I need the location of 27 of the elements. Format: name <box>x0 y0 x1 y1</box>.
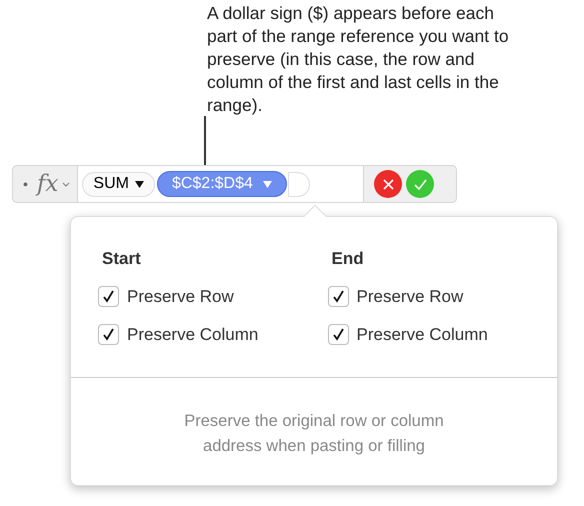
token-pill <box>288 172 310 196</box>
formula-field[interactable]: SUM $C$2:$D$4 <box>77 166 364 202</box>
bullet-icon: • <box>23 174 28 194</box>
checkbox-label[interactable]: Preserve Row <box>356 286 464 307</box>
checkmark-icon <box>102 328 115 341</box>
checkmark-icon <box>414 178 427 190</box>
checkbox-label[interactable]: Preserve Column <box>356 324 488 345</box>
function-token[interactable]: SUM <box>82 172 155 196</box>
caret-icon <box>262 180 272 188</box>
close-icon <box>382 178 394 190</box>
caret-icon <box>134 180 144 188</box>
checkbox[interactable] <box>98 286 119 307</box>
checkbox[interactable] <box>98 324 119 345</box>
description-text: Preserve the original row or column address when pasting or filling <box>183 411 445 457</box>
checkbox[interactable] <box>328 286 348 307</box>
checkmark-icon <box>102 290 115 303</box>
chevron-icon[interactable] <box>62 182 70 186</box>
cancel-button[interactable] <box>374 170 402 198</box>
checkbox-label[interactable]: Preserve Column <box>127 324 258 345</box>
checkmark-icon <box>332 328 344 341</box>
checkbox[interactable] <box>328 324 348 345</box>
checkmark-icon <box>332 290 344 303</box>
checkbox-label[interactable]: Preserve Row <box>127 286 234 307</box>
callout-text: A dollar sign ($) appears before each part of the range reference you want to preserve (in this case, the row and column of the first and last cells in the range). <box>207 2 510 117</box>
column-heading: End <box>332 249 365 269</box>
column-heading: Start <box>102 249 142 269</box>
fx-label[interactable]: fx <box>36 172 58 196</box>
